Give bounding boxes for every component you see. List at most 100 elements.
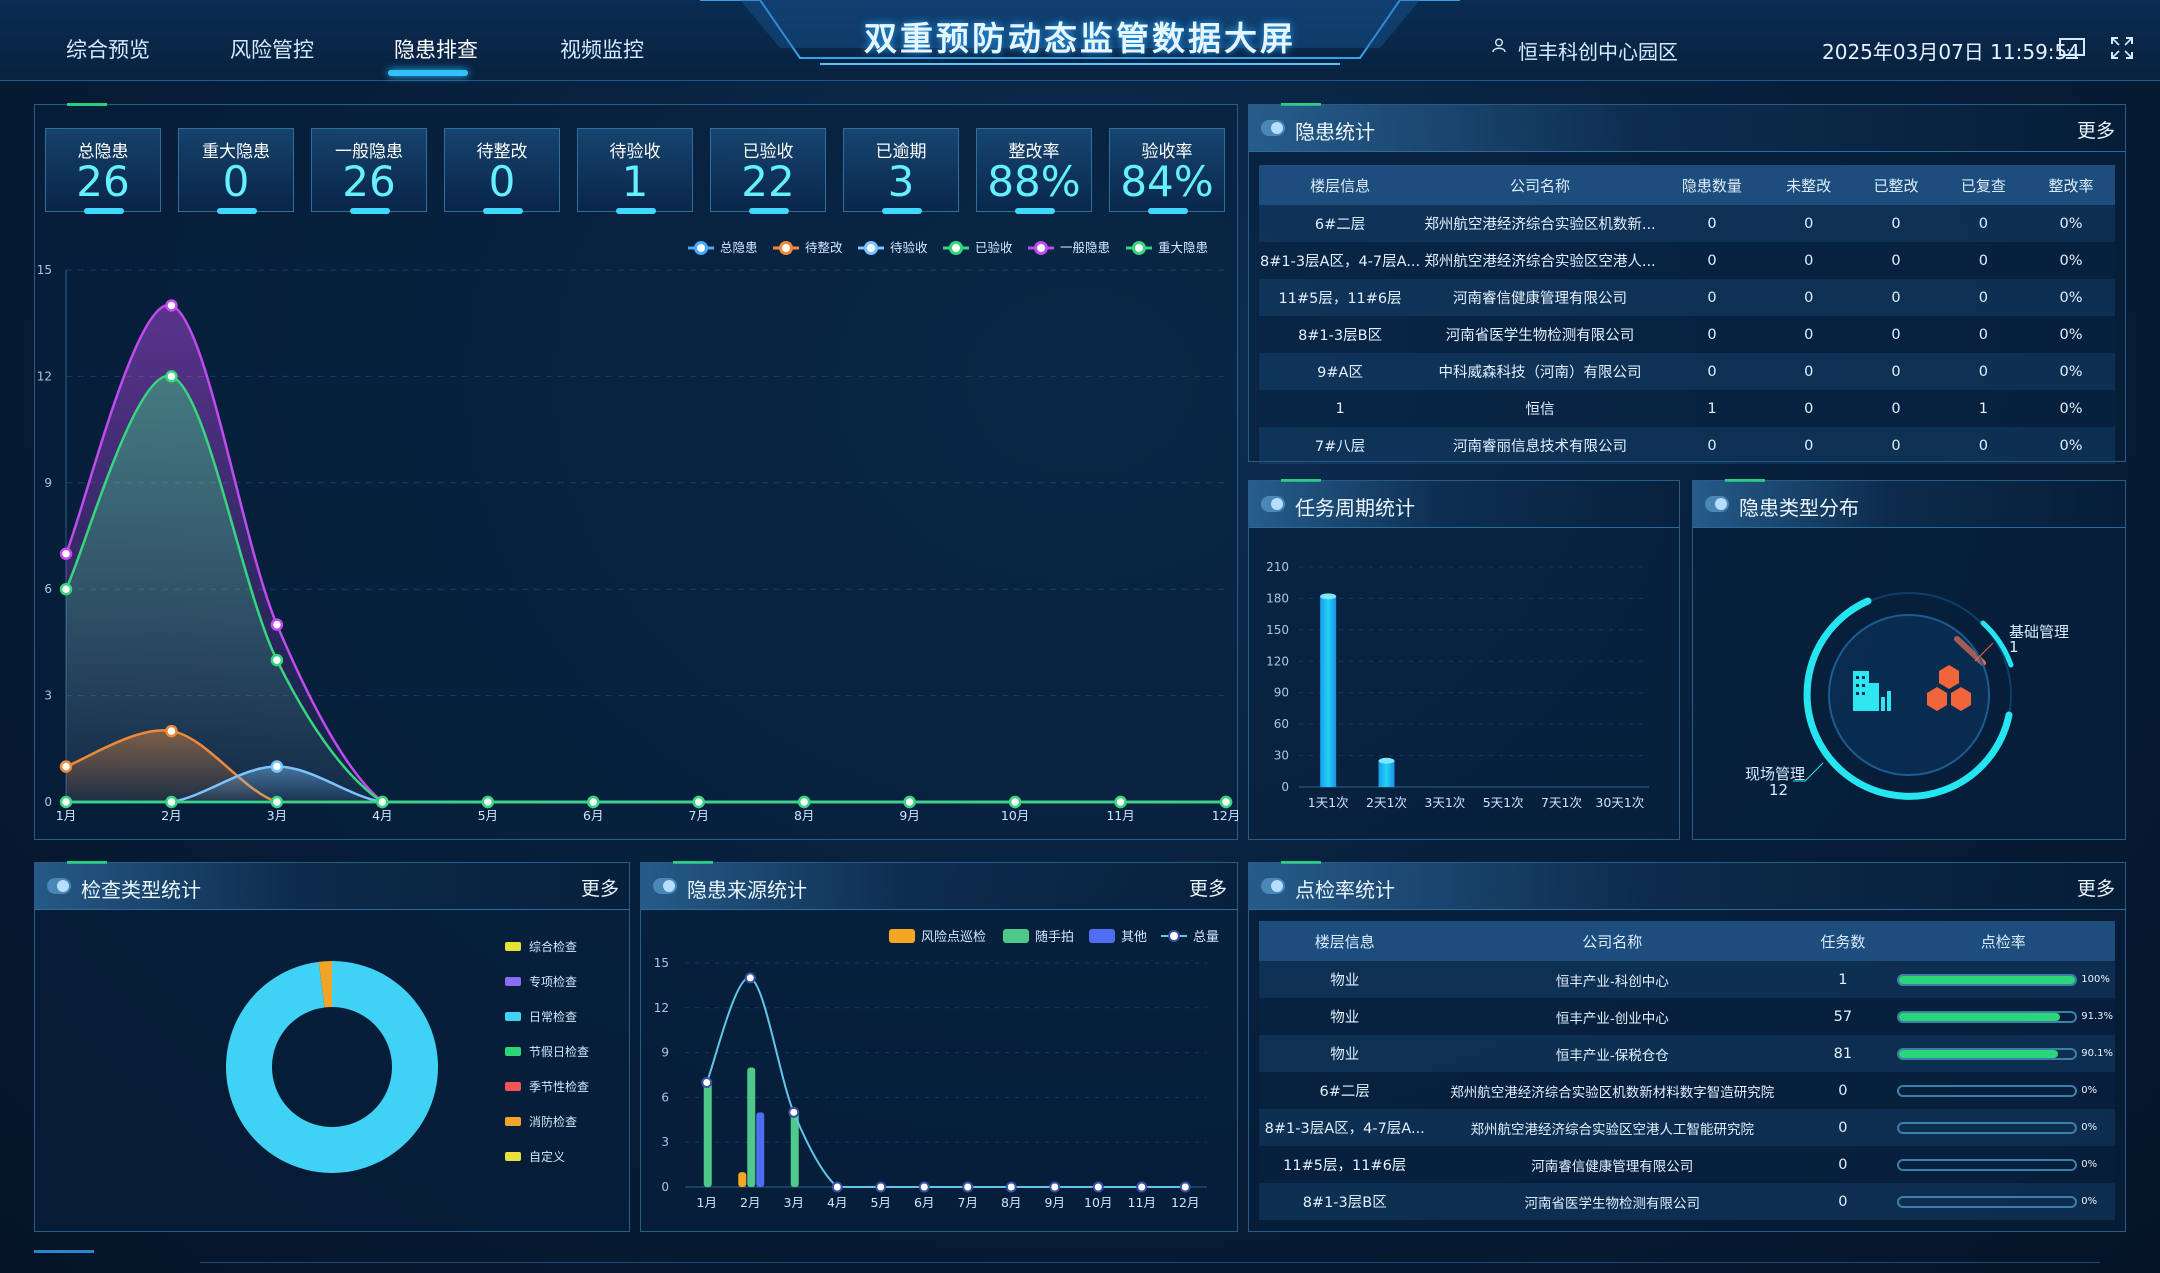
- toggle-icon: [1261, 120, 1285, 136]
- more-link[interactable]: 更多: [2077, 874, 2115, 901]
- table-cell: 1: [1259, 390, 1422, 427]
- nav-risk-control[interactable]: 风险管控: [230, 34, 314, 64]
- legend-swatch: [505, 942, 521, 951]
- x-tick-label: 5天1次: [1483, 795, 1524, 810]
- table-cell: 0: [1852, 353, 1940, 390]
- legend-item: 风险点巡检: [889, 929, 986, 945]
- table-row[interactable]: 8#1-3层A区，4-7层A... 郑州航空港经济综合实验区空港人工智能研究院 0 0…: [1259, 1109, 2115, 1146]
- nav-hazard-check[interactable]: 隐患排查: [394, 34, 478, 64]
- table-row[interactable]: 11#5层，11#6层 河南睿信健康管理有限公司 0 0%: [1259, 1146, 2115, 1183]
- legend-item: 总隐患: [688, 240, 758, 255]
- x-tick-label: 7月: [689, 808, 709, 823]
- table-cell: 恒丰产业-创业中心: [1430, 998, 1795, 1035]
- y-tick-label: 210: [1266, 560, 1289, 574]
- column-header: 公司名称: [1421, 165, 1659, 205]
- data-point: [270, 618, 284, 631]
- x-tick-label: 10月: [1084, 1195, 1112, 1210]
- table-cell: 6#二层: [1259, 1072, 1431, 1109]
- table-cell: 0: [1658, 427, 1765, 464]
- nav-overview[interactable]: 综合预览: [66, 34, 150, 64]
- x-tick-label: 2天1次: [1366, 795, 1407, 810]
- legend-swatch: [505, 1047, 521, 1056]
- table-row[interactable]: 9#A区 中科威森科技（河南）有限公司 0 0 0 0 0%: [1259, 353, 2115, 390]
- monitor-icon[interactable]: [2058, 36, 2086, 60]
- hazard-type-value-site: 12: [1769, 781, 1788, 799]
- table-cell: 河南睿丽信息技术有限公司: [1421, 427, 1659, 464]
- table-row[interactable]: 8#1-3层B区 河南省医学生物检测有限公司 0 0 0 0 0%: [1259, 316, 2115, 353]
- table-row[interactable]: 7#八层 河南睿丽信息技术有限公司 0 0 0 0 0%: [1259, 427, 2115, 464]
- table-row[interactable]: 6#二层 郑州航空港经济综合实验区机数新材料数字智造研究院 0 0%: [1259, 1072, 2115, 1109]
- legend-label: 消防检查: [529, 1114, 577, 1129]
- rate-label: 0%: [2081, 1085, 2098, 1096]
- check-type-donut: 综合检查专项检查日常检查节假日检查季节性检查消防检查自定义: [226, 939, 589, 1173]
- table-row[interactable]: 6#二层 郑州航空港经济综合实验区机数新... 0 0 0 0 0%: [1259, 205, 2115, 242]
- table-cell: 0: [1658, 279, 1765, 316]
- table-cell: 0: [1852, 390, 1940, 427]
- data-point: [1008, 795, 1022, 809]
- more-link[interactable]: 更多: [2077, 116, 2115, 143]
- legend-marker: [779, 241, 793, 255]
- column-header: 隐患数量: [1658, 165, 1765, 205]
- table-row[interactable]: 1 恒信 1 0 0 1 0%: [1259, 390, 2115, 427]
- legend-item: 总量: [1161, 930, 1219, 945]
- legend-item: 待整改: [773, 240, 843, 255]
- data-point: [962, 1181, 974, 1193]
- legend-label: 随手拍: [1035, 930, 1074, 945]
- hazard-trend-chart: 0 3 6 9 12 15 1月 2月 3月 4月 5月 6月 7月 8月 9月 10月 11月 12月 总隐患 待整…: [37, 240, 1238, 823]
- table-cell: 0%: [2027, 316, 2115, 353]
- x-tick-label: 7天1次: [1541, 795, 1582, 810]
- park-name[interactable]: 恒丰科创中心园区: [1518, 36, 1678, 65]
- stat-card-pending-fix: 待整改 0: [444, 128, 560, 214]
- hazard-source-chart: 0 3 6 9 12 15 1月 2月 3月 4月 5月 6月 7月 8月 9月 10月 11月 12月 风险点巡检…: [654, 929, 1219, 1210]
- legend-swatch: [505, 977, 521, 986]
- y-tick-label: 120: [1266, 654, 1289, 668]
- panel-header: 隐患类型分布: [1693, 481, 2125, 528]
- table-row[interactable]: 物业 恒丰产业-科创中心 1 100%: [1259, 961, 2115, 998]
- y-tick-label: 9: [44, 476, 52, 490]
- panel-corner: [67, 103, 107, 106]
- table-cell: 河南睿信健康管理有限公司: [1430, 1146, 1795, 1183]
- legend-swatch: [1003, 929, 1029, 943]
- more-link[interactable]: 更多: [581, 874, 619, 901]
- x-tick-label: 1月: [56, 808, 76, 823]
- legend-label: 重大隐患: [1158, 240, 1208, 255]
- table-row[interactable]: 11#5层，11#6层 河南睿信健康管理有限公司 0 0 0 0 0%: [1259, 279, 2115, 316]
- data-point: [165, 795, 178, 809]
- toggle-icon: [1261, 496, 1285, 512]
- table-cell: 7#八层: [1259, 427, 1422, 464]
- bar: [738, 1172, 747, 1187]
- rate-label: 0%: [2081, 1159, 2098, 1170]
- more-link[interactable]: 更多: [1189, 874, 1227, 901]
- total-line: [705, 976, 1186, 1188]
- table-cell: 物业: [1259, 1035, 1431, 1072]
- panel-title: 隐患来源统计: [687, 878, 807, 902]
- x-tick-label: 11月: [1106, 808, 1134, 823]
- y-tick-label: 30: [1274, 749, 1289, 763]
- legend-swatch: [889, 929, 915, 943]
- bar: [1378, 760, 1395, 787]
- column-header: 任务数: [1794, 921, 1892, 961]
- table-cell: 0: [1794, 1072, 1892, 1109]
- nav-active-indicator: [388, 70, 468, 76]
- table-cell: 0: [1852, 316, 1940, 353]
- x-tick-label: 9月: [899, 808, 919, 823]
- bar-cap: [1378, 757, 1395, 764]
- legend-item: 其他: [1089, 929, 1147, 945]
- table-row[interactable]: 8#1-3层B区 河南省医学生物检测有限公司 0 0%: [1259, 1183, 2115, 1220]
- data-point: [59, 760, 73, 773]
- table-row[interactable]: 物业 恒丰产业-创业中心 57 91.3%: [1259, 998, 2115, 1035]
- table-cell: 8#1-3层B区: [1259, 316, 1422, 353]
- hazard-type-value-basic: 1: [2009, 638, 2019, 656]
- table-row[interactable]: 8#1-3层A区，4-7层A... 郑州航空港经济综合实验区空港人... 0 0 0 0 0…: [1259, 242, 2115, 279]
- legend-label: 待整改: [805, 240, 843, 255]
- table-row[interactable]: 物业 恒丰产业-保税仓仓 81 90.1%: [1259, 1035, 2115, 1072]
- table-cell: 0%: [2027, 353, 2115, 390]
- inspection-rate-panel: 点检率统计 更多 楼层信息 公司名称 任务数 点检率 物业 恒丰产业-科创中心 1 100% 物…: [1248, 861, 2126, 1232]
- rate-progress-bar: [1897, 1195, 2078, 1208]
- fullscreen-icon[interactable]: [2108, 36, 2136, 60]
- data-point: [165, 724, 178, 738]
- nav-video-monitor[interactable]: 视频监控: [560, 34, 644, 64]
- hazard-stats-table: 楼层信息 公司名称 隐患数量 未整改 已整改 已复查 整改率 6#二层 郑州航空港经济综合实验区…: [1259, 165, 2115, 464]
- panel-header: 点检率统计 更多: [1249, 863, 2125, 910]
- table-cell: 0: [1765, 427, 1853, 464]
